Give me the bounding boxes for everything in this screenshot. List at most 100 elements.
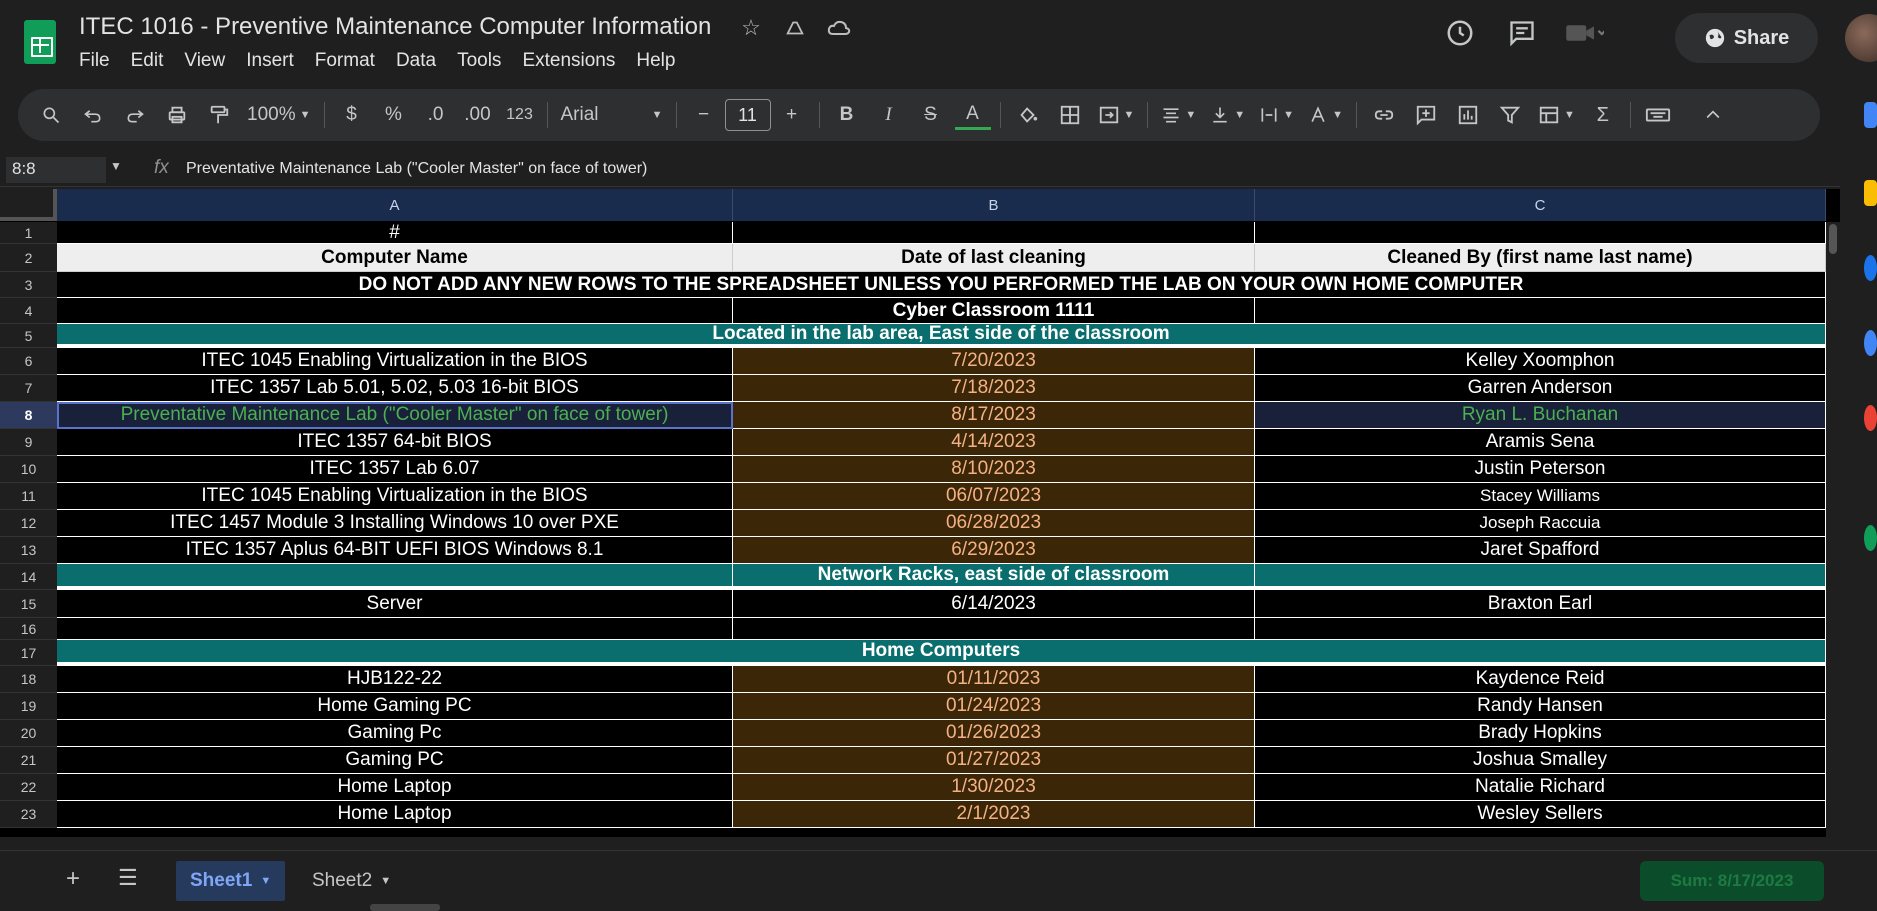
comments-icon[interactable] (1502, 13, 1542, 53)
row-number[interactable]: 4 (0, 298, 57, 324)
scrollbar-thumb[interactable] (1829, 224, 1837, 254)
share-button[interactable]: Share (1675, 13, 1818, 63)
cell-computer-name[interactable]: ITEC 1357 Aplus 64-BIT UEFI BIOS Windows… (57, 537, 733, 564)
version-history-icon[interactable] (1440, 13, 1480, 53)
cloud-status-icon[interactable] (826, 15, 852, 41)
menu-help[interactable]: Help (629, 48, 682, 74)
format-currency-button[interactable]: $ (334, 97, 370, 133)
insert-comment-icon[interactable] (1408, 97, 1444, 133)
meet-icon[interactable] (1564, 13, 1604, 53)
user-avatar[interactable] (1845, 14, 1877, 62)
chevron-down-icon[interactable]: ▼ (110, 159, 122, 173)
cell-cleaned-by[interactable]: Justin Peterson (1255, 456, 1826, 483)
cell-computer-name[interactable]: Preventative Maintenance Lab ("Cooler Ma… (57, 402, 733, 429)
menu-format[interactable]: Format (308, 48, 382, 74)
move-to-drive-icon[interactable] (782, 15, 808, 41)
cell-date[interactable]: 06/07/2023 (733, 483, 1255, 510)
menu-edit[interactable]: Edit (124, 48, 171, 74)
cell-date[interactable]: 06/28/2023 (733, 510, 1255, 537)
row-number[interactable]: 10 (0, 456, 57, 483)
functions-button[interactable]: Σ (1585, 97, 1621, 133)
merge-cells-icon[interactable]: ▼ (1094, 97, 1139, 133)
addon-icon[interactable] (1864, 525, 1877, 551)
row-number[interactable]: 19 (0, 693, 57, 720)
row-number[interactable]: 15 (0, 590, 57, 618)
row-number[interactable]: 14 (0, 564, 57, 590)
cell-date[interactable]: Date of last cleaning (733, 244, 1255, 272)
cell-cleaned-by[interactable] (1255, 222, 1826, 244)
merged-cell[interactable]: Located in the lab area, East side of th… (57, 324, 1826, 345)
menu-file[interactable]: File (72, 48, 117, 74)
keep-icon[interactable] (1864, 180, 1877, 206)
star-icon[interactable]: ☆ (738, 15, 764, 41)
cell-cleaned-by[interactable]: Stacey Williams (1255, 483, 1826, 510)
insert-chart-icon[interactable] (1450, 97, 1486, 133)
maps-icon[interactable] (1864, 405, 1877, 431)
chevron-down-icon[interactable]: ▼ (260, 875, 271, 887)
cell-computer-name[interactable] (57, 564, 733, 587)
cell-date[interactable]: 8/10/2023 (733, 456, 1255, 483)
cell-cleaned-by[interactable] (1255, 298, 1826, 324)
row-number[interactable]: 1 (0, 222, 57, 244)
redo-icon[interactable] (117, 97, 153, 133)
calendar-icon[interactable] (1864, 102, 1877, 128)
sheet-tab-sheet2[interactable]: Sheet2 ▼ (298, 861, 405, 901)
cell-computer-name[interactable]: ITEC 1357 Lab 5.01, 5.02, 5.03 16-bit BI… (57, 375, 733, 402)
row-number[interactable]: 13 (0, 537, 57, 564)
text-wrap-icon[interactable]: ▼ (1255, 97, 1298, 133)
select-all-corner[interactable] (0, 189, 57, 221)
cell-cleaned-by[interactable]: Joshua Smalley (1255, 747, 1826, 774)
name-box[interactable]: 8:8 (6, 157, 106, 183)
formula-input[interactable]: Preventative Maintenance Lab ("Cooler Ma… (186, 160, 647, 178)
menu-insert[interactable]: Insert (239, 48, 301, 74)
paint-format-icon[interactable] (201, 97, 237, 133)
filter-views-icon[interactable]: ▼ (1534, 97, 1579, 133)
document-title[interactable]: ITEC 1016 - Preventive Maintenance Compu… (72, 10, 719, 44)
cell-cleaned-by[interactable]: Wesley Sellers (1255, 801, 1826, 828)
add-sheet-icon[interactable]: + (66, 865, 80, 893)
row-number[interactable]: 22 (0, 774, 57, 801)
row-number[interactable]: 23 (0, 801, 57, 828)
cell-cleaned-by[interactable]: Joseph Raccuia (1255, 510, 1826, 537)
cell-date[interactable]: 4/14/2023 (733, 429, 1255, 456)
zoom-select[interactable]: 100% ▼ (243, 97, 315, 133)
increase-decimal-button[interactable]: .00 (460, 97, 496, 133)
strikethrough-button[interactable]: S (913, 97, 949, 133)
input-tools-icon[interactable] (1640, 97, 1676, 133)
cell-cleaned-by[interactable]: Kaydence Reid (1255, 666, 1826, 693)
cell-date[interactable]: 7/20/2023 (733, 348, 1255, 375)
cell-computer-name[interactable]: # (57, 222, 733, 244)
cell-computer-name[interactable]: Home Laptop (57, 774, 733, 801)
row-number[interactable]: 9 (0, 429, 57, 456)
cell-computer-name[interactable]: HJB122-22 (57, 666, 733, 693)
row-number[interactable]: 20 (0, 720, 57, 747)
cell-cleaned-by[interactable]: Brady Hopkins (1255, 720, 1826, 747)
undo-icon[interactable] (75, 97, 111, 133)
hide-menus-icon[interactable] (1695, 97, 1731, 133)
row-number[interactable]: 7 (0, 375, 57, 402)
fill-color-icon[interactable] (1010, 97, 1046, 133)
cell-cleaned-by[interactable] (1255, 564, 1826, 587)
cell-date[interactable]: 6/29/2023 (733, 537, 1255, 564)
row-number[interactable]: 17 (0, 640, 57, 666)
cell-date[interactable]: 01/27/2023 (733, 747, 1255, 774)
text-rotation-icon[interactable]: ▼ (1304, 97, 1347, 133)
cell-computer-name[interactable]: Home Laptop (57, 801, 733, 828)
cell-computer-name[interactable]: Computer Name (57, 244, 733, 272)
row-number[interactable]: 8 (0, 402, 57, 429)
cell-cleaned-by[interactable]: Kelley Xoomphon (1255, 348, 1826, 375)
column-header-c[interactable]: C (1255, 189, 1826, 221)
column-header-b[interactable]: B (733, 189, 1255, 221)
search-menus-icon[interactable] (33, 97, 69, 133)
menu-data[interactable]: Data (389, 48, 443, 74)
italic-button[interactable]: I (871, 97, 907, 133)
format-percent-button[interactable]: % (376, 97, 412, 133)
cell-computer-name[interactable]: ITEC 1045 Enabling Virtualization in the… (57, 348, 733, 375)
vertical-scrollbar[interactable] (1826, 222, 1840, 837)
row-number[interactable]: 12 (0, 510, 57, 537)
insert-link-icon[interactable] (1366, 97, 1402, 133)
cell-computer-name[interactable]: ITEC 1457 Module 3 Installing Windows 10… (57, 510, 733, 537)
cell-computer-name[interactable]: ITEC 1357 Lab 6.07 (57, 456, 733, 483)
cell-cleaned-by[interactable]: Braxton Earl (1255, 590, 1826, 618)
cell-computer-name[interactable]: Gaming Pc (57, 720, 733, 747)
